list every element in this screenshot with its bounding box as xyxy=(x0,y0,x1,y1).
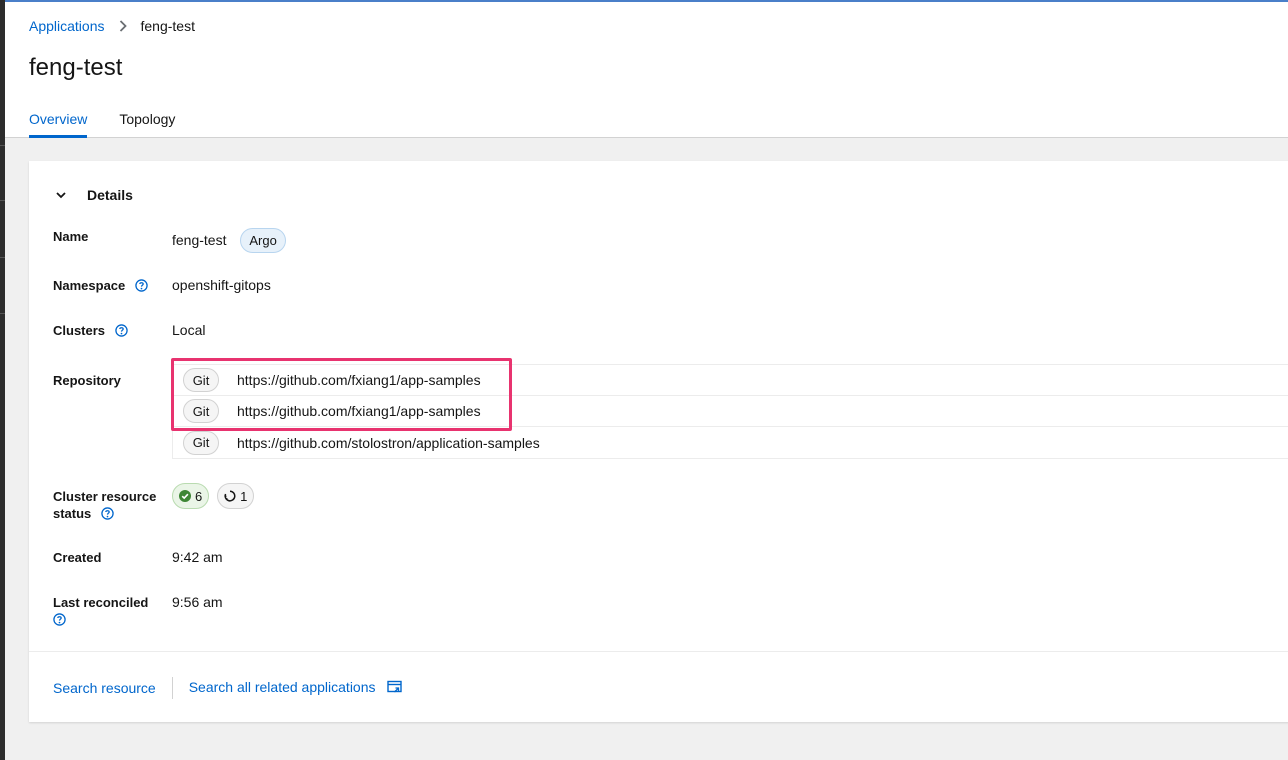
help-circle-icon[interactable] xyxy=(114,324,128,341)
git-chip: Git xyxy=(183,368,219,392)
status-pending-count: 1 xyxy=(240,488,248,504)
help-circle-icon[interactable] xyxy=(101,507,114,524)
page-header: Applications feng-test feng-test Overvie… xyxy=(5,2,1288,138)
repository-item: Git https://github.com/fxiang1/app-sampl… xyxy=(173,365,1288,396)
cluster-status-label-line2: status xyxy=(53,506,92,521)
repository-url[interactable]: https://github.com/stolostron/applicatio… xyxy=(237,435,540,451)
rail-divider xyxy=(0,145,5,146)
repository-url[interactable]: https://github.com/fxiang1/app-samples xyxy=(237,372,481,388)
chevron-down-icon xyxy=(53,187,69,203)
repository-label: Repository xyxy=(53,373,121,388)
link-separator xyxy=(171,677,173,699)
status-pending-chip[interactable]: 1 xyxy=(217,483,255,509)
chevron-right-icon xyxy=(119,20,129,32)
in-progress-icon xyxy=(224,490,236,502)
details-card: Details Name feng-test Argo Namespace op… xyxy=(29,161,1288,722)
argo-badge: Argo xyxy=(240,228,286,253)
repository-item: Git https://github.com/fxiang1/app-sampl… xyxy=(173,396,1288,427)
git-chip: Git xyxy=(183,399,219,423)
details-toggle[interactable]: Details xyxy=(53,187,133,203)
clusters-label: Clusters xyxy=(53,323,106,338)
reconciled-label: Last reconciled xyxy=(53,595,149,610)
cluster-status-chips: 6 1 xyxy=(172,483,258,509)
tab-topology[interactable]: Topology xyxy=(119,102,175,138)
git-chip: Git xyxy=(183,430,219,455)
name-label: Name xyxy=(53,229,89,244)
search-resource-link[interactable]: Search resource xyxy=(53,680,156,696)
created-label: Created xyxy=(53,550,102,565)
created-value: 9:42 am xyxy=(172,549,223,565)
namespace-label: Namespace xyxy=(53,278,126,293)
namespace-label-group: Namespace xyxy=(53,277,163,296)
name-value-group: feng-test Argo xyxy=(172,228,286,253)
tab-overview[interactable]: Overview xyxy=(29,102,88,138)
repository-url[interactable]: https://github.com/fxiang1/app-samples xyxy=(237,403,481,419)
help-circle-icon[interactable] xyxy=(135,279,148,296)
clusters-label-group: Clusters xyxy=(53,322,163,341)
repository-list: Git https://github.com/fxiang1/app-sampl… xyxy=(172,364,1288,459)
clusters-value: Local xyxy=(172,322,206,338)
help-circle-icon[interactable] xyxy=(53,613,66,630)
card-footer-links: Search resource Search all related appli… xyxy=(53,677,403,699)
rail-divider xyxy=(0,313,5,314)
status-ok-count: 6 xyxy=(195,488,203,504)
repository-item: Git https://github.com/stolostron/applic… xyxy=(173,427,1288,458)
search-related-label: Search all related applications xyxy=(188,679,376,695)
reconciled-label-group: Last reconciled xyxy=(53,594,163,630)
external-window-icon xyxy=(387,680,403,697)
namespace-value: openshift-gitops xyxy=(172,277,271,293)
cluster-status-label-group: Cluster resource status xyxy=(53,488,163,524)
rail-divider xyxy=(0,200,5,201)
cluster-status-label-line1: Cluster resource xyxy=(53,489,157,504)
rail-divider xyxy=(0,257,5,258)
breadcrumb-current: feng-test xyxy=(140,18,195,34)
reconciled-value: 9:56 am xyxy=(172,594,223,610)
name-value: feng-test xyxy=(172,232,227,248)
breadcrumb-applications-link[interactable]: Applications xyxy=(29,18,105,34)
details-section-title: Details xyxy=(87,187,133,203)
card-divider xyxy=(29,651,1288,652)
page-title: feng-test xyxy=(29,54,123,81)
breadcrumb: Applications feng-test xyxy=(29,18,195,34)
tab-bar: Overview Topology xyxy=(29,102,207,138)
status-ok-chip[interactable]: 6 xyxy=(172,483,210,509)
check-circle-icon xyxy=(179,490,191,502)
search-related-applications-link[interactable]: Search all related applications xyxy=(189,679,403,697)
